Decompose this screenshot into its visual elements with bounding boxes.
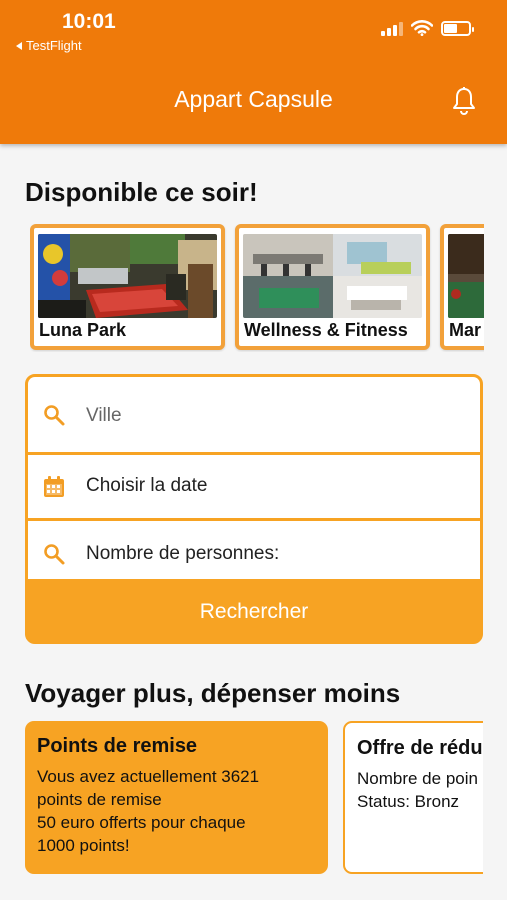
venue-carousel[interactable]: Luna Park Wellness & Fitness Mar [30, 224, 484, 352]
city-input[interactable]: Ville [86, 405, 122, 427]
section-title-tonight: Disponible ce soir! [25, 177, 258, 207]
signal-icon [381, 20, 403, 36]
promo-card-offer[interactable]: Offre de rédu Nombre de poin Status: Bro… [343, 721, 483, 874]
app-title: Appart Capsule [174, 86, 333, 112]
venue-photo [448, 234, 484, 318]
promo-card-title: Offre de rédu [357, 737, 483, 759]
date-picker[interactable]: Choisir la date [86, 475, 207, 497]
promo-card-text: Vous avez actuellement 3621 [37, 767, 260, 786]
promo-card-text: Status: Bronz [357, 792, 460, 811]
back-to-app-link[interactable]: TestFlight [16, 38, 82, 53]
promo-card-text: 1000 points! [37, 836, 130, 855]
app-header: 10:01 TestFlight Appart Capsule [0, 0, 507, 144]
battery-icon [441, 20, 474, 36]
back-arrow-icon [16, 41, 22, 50]
venue-photo [243, 234, 422, 318]
promo-carousel[interactable]: Points de remise Vous avez actuellement … [25, 721, 483, 879]
venue-photo [38, 234, 217, 318]
persons-row[interactable]: Nombre de personnes: [28, 521, 480, 579]
calendar-icon [44, 476, 64, 497]
venue-label: Wellness & Fitness [244, 320, 408, 340]
venue-label: Mar [449, 320, 482, 340]
section-title-promo: Voyager plus, dépenser moins [25, 678, 401, 708]
bell-icon[interactable] [451, 86, 477, 116]
promo-card-title: Points de remise [37, 735, 198, 757]
persons-input[interactable]: Nombre de personnes: [86, 543, 279, 565]
venue-card[interactable]: Mar [440, 224, 484, 350]
date-row[interactable]: Choisir la date [28, 455, 480, 518]
promo-card-text: points de remise [37, 790, 162, 809]
promo-card-text: Nombre de poin [357, 769, 478, 788]
search-form: Ville Choisir la date Nombre de personne… [25, 374, 483, 644]
back-app-label: TestFlight [26, 38, 82, 53]
search-icon [44, 544, 65, 565]
search-button[interactable]: Rechercher [28, 579, 480, 641]
status-icons [381, 20, 474, 36]
search-icon [44, 405, 65, 426]
venue-card[interactable]: Wellness & Fitness [235, 224, 430, 350]
venue-label: Luna Park [39, 320, 127, 340]
city-row[interactable]: Ville [28, 377, 480, 452]
promo-card-points[interactable]: Points de remise Vous avez actuellement … [25, 721, 328, 874]
wifi-icon [411, 20, 433, 36]
venue-card[interactable]: Luna Park [30, 224, 225, 350]
status-time: 10:01 [62, 10, 116, 33]
promo-card-text: 50 euro offerts pour chaque [37, 813, 246, 832]
